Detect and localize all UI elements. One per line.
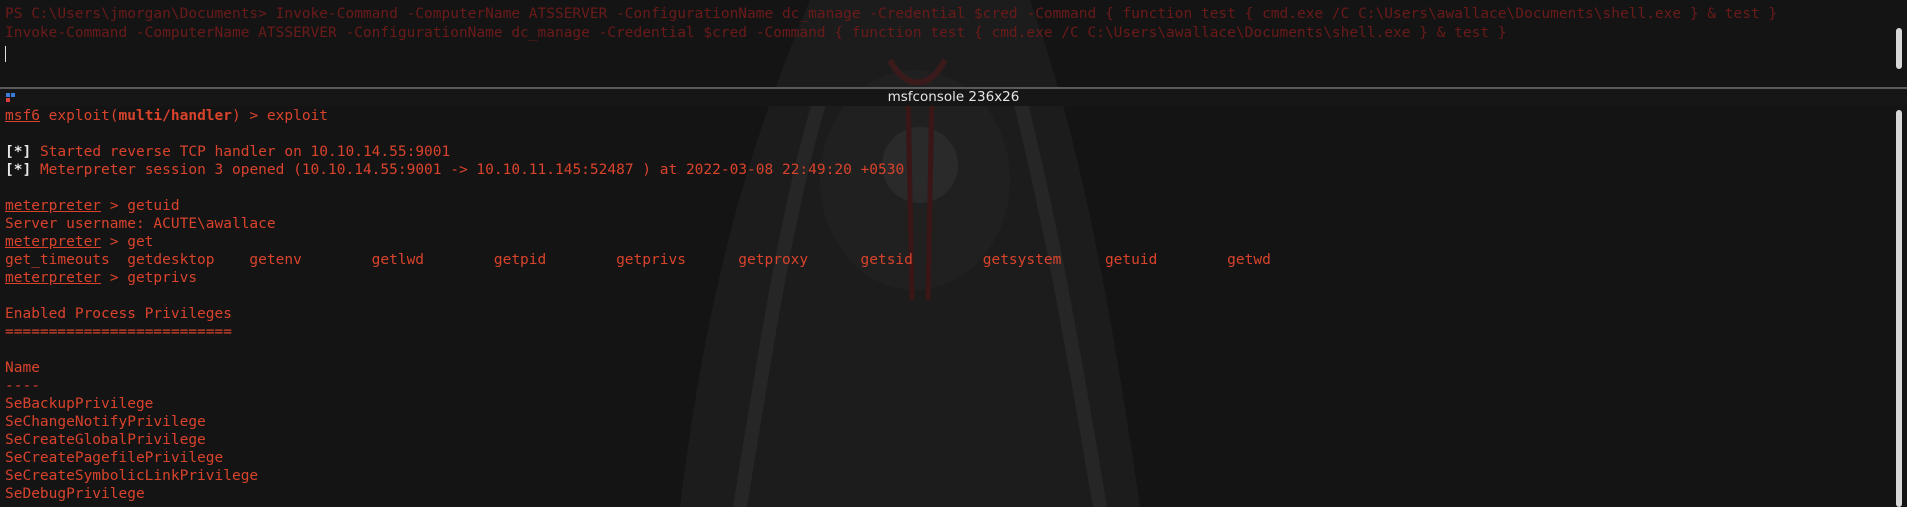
meterpreter-command-get: meterpreter > get	[5, 233, 153, 251]
powershell-command-line: PS C:\Users\jmorgan\Documents> Invoke-Co…	[5, 6, 1778, 22]
privilege-item: SeBackupPrivilege	[5, 396, 154, 412]
getuid-output: Server username: ACUTE\awallace	[5, 216, 276, 232]
section-title: Enabled Process Privileges	[5, 306, 232, 322]
command-text: > get	[101, 234, 154, 250]
text-cursor	[5, 46, 6, 62]
prompt-line: msf6 exploit(multi/handler) > exploit	[5, 107, 328, 125]
powershell-pane[interactable]: PS C:\Users\jmorgan\Documents> Invoke-Co…	[0, 0, 1907, 87]
bottom-pane-scrollbar[interactable]	[1896, 110, 1902, 507]
prompt-module: multi/handler	[118, 108, 233, 124]
section-rule: ==========================	[5, 324, 232, 340]
privilege-item: SeCreateGlobalPrivilege	[5, 432, 206, 448]
privilege-item: SeCreatePagefilePrivilege	[5, 450, 224, 466]
status-text: Meterpreter session 3 opened (10.10.14.5…	[39, 162, 905, 178]
command-text: > getuid	[101, 198, 180, 214]
powershell-echo-line: Invoke-Command -ComputerName ATSSERVER -…	[5, 25, 1507, 41]
meterpreter-prompt: meterpreter	[5, 270, 102, 286]
meterpreter-command-getuid: meterpreter > getuid	[5, 197, 180, 215]
privilege-item: SeChangeNotifyPrivilege	[5, 414, 206, 430]
status-line-handler: [*] Started reverse TCP handler on 10.10…	[5, 143, 450, 161]
top-pane-scrollbar[interactable]	[1896, 28, 1902, 69]
status-text: Started reverse TCP handler on 10.10.14.…	[39, 144, 451, 160]
column-header: Name	[5, 360, 40, 376]
privilege-item: SeCreateSymbolicLinkPrivilege	[5, 468, 259, 484]
pane-title: msfconsole 236x26	[887, 89, 1020, 105]
column-rule: ----	[5, 378, 40, 394]
pane-title-bar[interactable]: msfconsole 236x26	[0, 87, 1907, 106]
prompt-msf: msf6	[5, 108, 40, 124]
prompt-command: ) > exploit	[232, 108, 329, 124]
tab-completions: get_timeouts getdesktop getenv getlwd ge…	[5, 252, 1271, 268]
status-marker: [*]	[5, 162, 32, 178]
meterpreter-prompt: meterpreter	[5, 234, 102, 250]
prompt-exploit: exploit(	[48, 108, 119, 124]
status-marker: [*]	[5, 144, 32, 160]
command-text: > getprivs	[101, 270, 198, 286]
privilege-item: SeDebugPrivilege	[5, 486, 145, 502]
status-line-session: [*] Meterpreter session 3 opened (10.10.…	[5, 161, 904, 179]
msfconsole-pane[interactable]: msf6 exploit(multi/handler) > exploit [*…	[0, 104, 1907, 507]
meterpreter-command-getprivs: meterpreter > getprivs	[5, 269, 197, 287]
meterpreter-prompt: meterpreter	[5, 198, 102, 214]
